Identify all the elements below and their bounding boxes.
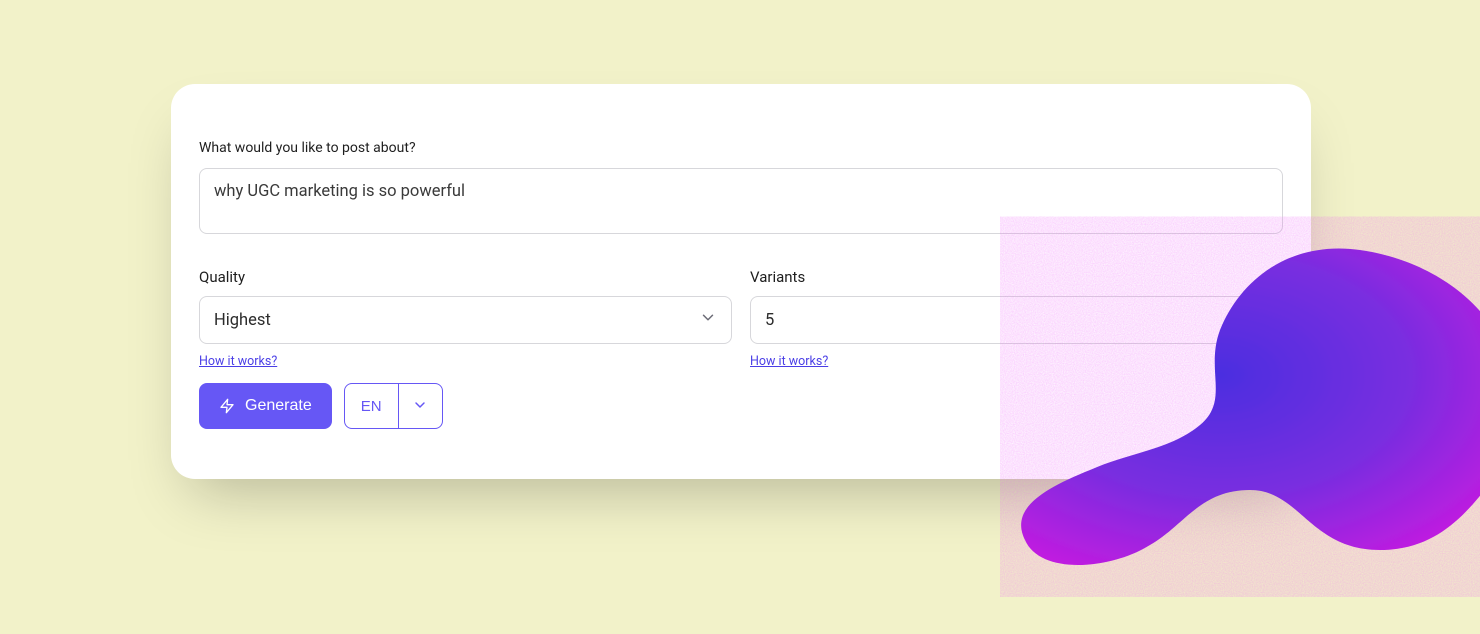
chevron-down-icon <box>699 309 717 332</box>
quality-select[interactable]: Highest <box>199 296 732 344</box>
variants-value: 5 <box>765 311 774 330</box>
quality-label: Quality <box>199 268 732 286</box>
quality-value: Highest <box>214 311 271 330</box>
options-row: Quality Highest How it works? Variants 5… <box>199 268 1283 369</box>
variants-help-link[interactable]: How it works? <box>750 354 828 369</box>
actions-row: Generate EN <box>199 383 1283 429</box>
form-card: What would you like to post about? Quali… <box>171 84 1311 479</box>
language-button[interactable]: EN <box>345 384 398 428</box>
prompt-input[interactable] <box>199 168 1283 234</box>
prompt-label: What would you like to post about? <box>199 140 1283 156</box>
chevron-down-icon <box>412 397 428 416</box>
language-dropdown-button[interactable] <box>398 384 442 428</box>
variants-column: Variants 5 How it works? <box>750 268 1283 369</box>
generate-label: Generate <box>245 397 312 415</box>
generate-button[interactable]: Generate <box>199 383 332 429</box>
chevron-down-icon <box>1250 309 1268 332</box>
lightning-icon <box>219 398 235 414</box>
language-select-group: EN <box>344 383 443 429</box>
variants-select[interactable]: 5 <box>750 296 1283 344</box>
quality-column: Quality Highest How it works? <box>199 268 732 369</box>
quality-help-link[interactable]: How it works? <box>199 354 277 369</box>
variants-label: Variants <box>750 268 1283 286</box>
